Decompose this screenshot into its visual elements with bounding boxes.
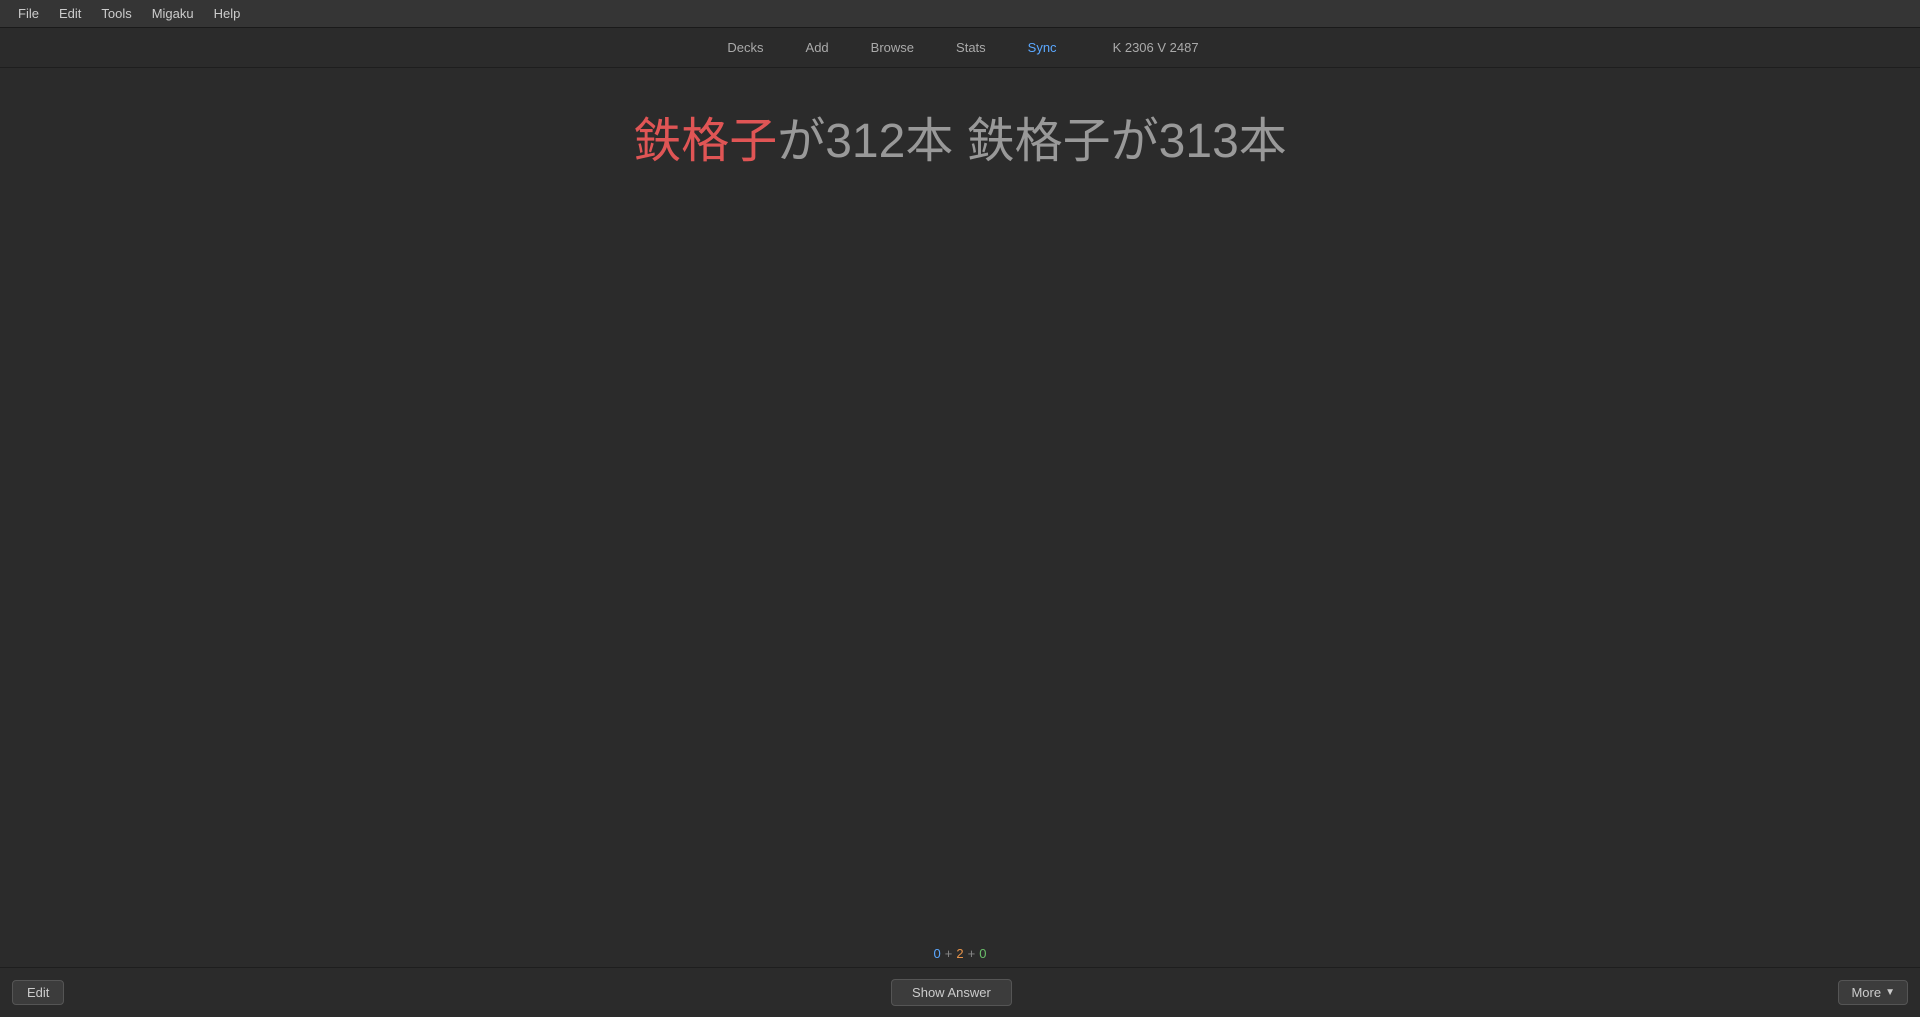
counter-orange: 2 bbox=[956, 946, 963, 961]
card-content: 鉄格子が312本 鉄格子が313本 bbox=[633, 108, 1287, 175]
menu-migaku[interactable]: Migaku bbox=[142, 2, 204, 25]
menu-file[interactable]: File bbox=[8, 2, 49, 25]
card-text-part1-rest: が312本 bbox=[777, 115, 953, 168]
nav-add[interactable]: Add bbox=[800, 36, 835, 59]
bottom-bar: Edit Show Answer More ▼ bbox=[0, 967, 1920, 1017]
nav-stats[interactable]: Stats bbox=[950, 36, 992, 59]
nav-stats-display: K 2306 V 2487 bbox=[1113, 40, 1199, 55]
edit-button[interactable]: Edit bbox=[12, 980, 64, 1005]
show-answer-button[interactable]: Show Answer bbox=[891, 979, 1012, 1006]
nav-browse[interactable]: Browse bbox=[865, 36, 920, 59]
more-label: More bbox=[1851, 985, 1881, 1000]
menu-tools[interactable]: Tools bbox=[91, 2, 141, 25]
card-kanji-red: 鉄格子 bbox=[633, 115, 777, 168]
counter-row: 0 + 2 + 0 bbox=[0, 940, 1920, 967]
counter-sep2: + bbox=[968, 946, 976, 961]
menu-bar: File Edit Tools Migaku Help bbox=[0, 0, 1920, 28]
counter-green: 0 bbox=[979, 946, 986, 961]
card-text-part2: 鉄格子が313本 bbox=[967, 115, 1287, 168]
more-button[interactable]: More ▼ bbox=[1838, 980, 1908, 1005]
nav-decks[interactable]: Decks bbox=[721, 36, 769, 59]
counter-sep1: + bbox=[945, 946, 953, 961]
nav-bar: Decks Add Browse Stats Sync K 2306 V 248… bbox=[0, 28, 1920, 68]
menu-help[interactable]: Help bbox=[204, 2, 251, 25]
main-content: 鉄格子が312本 鉄格子が313本 bbox=[0, 68, 1920, 967]
counter-blue: 0 bbox=[934, 946, 941, 961]
chevron-down-icon: ▼ bbox=[1885, 987, 1895, 998]
nav-sync[interactable]: Sync bbox=[1022, 36, 1063, 59]
menu-edit[interactable]: Edit bbox=[49, 2, 91, 25]
